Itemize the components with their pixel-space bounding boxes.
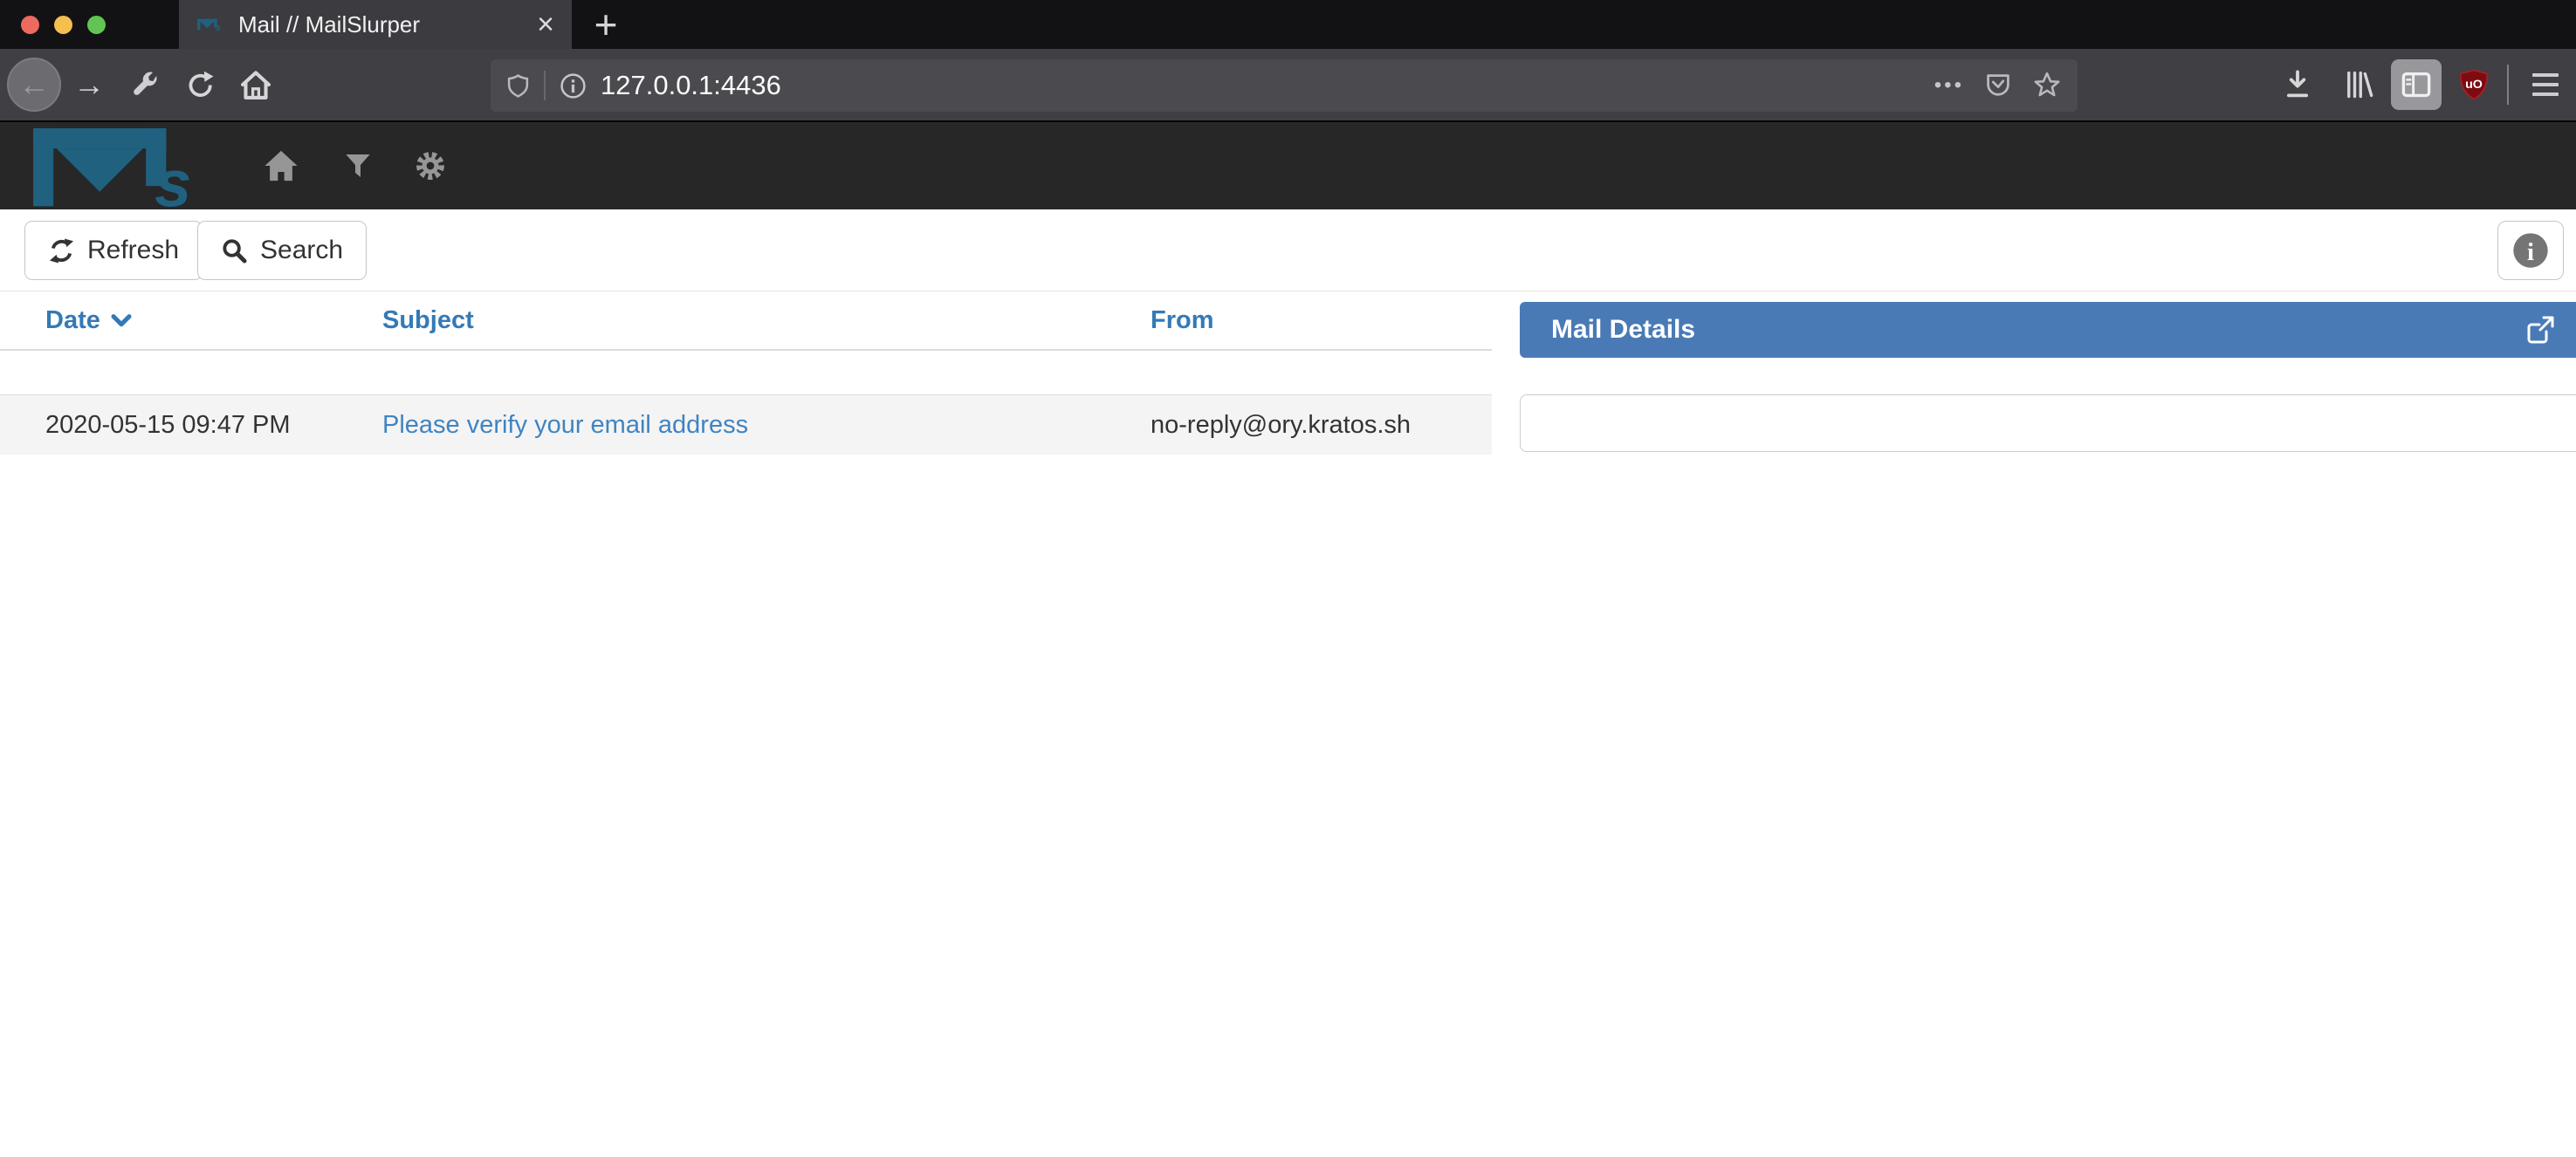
nav-home-button[interactable] [264,149,299,182]
menu-button[interactable] [2530,73,2561,96]
search-icon [221,237,248,264]
url-text[interactable]: 127.0.0.1:4436 [601,70,1934,101]
info-icon: i [2512,232,2549,269]
back-arrow-icon: ← [18,69,50,100]
site-info-icon[interactable] [560,72,587,99]
pocket-icon[interactable] [1985,72,2011,99]
url-bar[interactable]: 127.0.0.1:4436 ••• [491,59,2078,112]
home-button[interactable] [237,69,274,100]
empty-table-row [0,351,1492,394]
mail-details-body [1520,394,2576,452]
bookmark-star-icon[interactable] [2032,71,2062,100]
column-header-subject[interactable]: Subject [382,306,1151,335]
mail-row-date: 2020-05-15 09:47 PM [0,411,382,440]
home-icon [239,69,272,100]
search-button[interactable]: Search [197,221,367,280]
mail-list-table: Date Subject From 2020-05-15 09:47 PM Pl… [0,291,1492,455]
nav-filter-button[interactable] [345,153,371,179]
tab-title: Mail // MailSlurper [238,11,528,38]
library-button[interactable] [2341,70,2376,99]
ublock-origin-button[interactable]: uO [2456,68,2491,101]
favicon-s-glyph: s [216,23,221,33]
mail-details-header: Mail Details [1520,302,2576,358]
mailslurper-logo[interactable]: s [22,124,221,208]
info-button[interactable]: i [2497,221,2564,280]
column-header-date[interactable]: Date [0,306,382,335]
ublock-glyph: uO [2465,78,2483,92]
browser-tab[interactable]: s Mail // MailSlurper × [179,0,572,49]
minimize-window-button[interactable] [54,16,72,34]
tracking-protection-shield-icon[interactable] [506,72,530,99]
refresh-icon [48,237,75,264]
forward-button[interactable]: → [72,69,106,100]
maximize-window-button[interactable] [87,16,106,34]
refresh-label: Refresh [87,236,179,265]
wrench-icon [130,70,160,99]
nav-settings-button[interactable] [414,149,447,182]
filter-funnel-icon [345,153,371,179]
hamburger-icon [2532,73,2559,77]
info-glyph: i [2527,238,2534,266]
gear-icon [414,149,447,182]
window-controls[interactable] [21,16,106,34]
mail-row[interactable]: 2020-05-15 09:47 PM Please verify your e… [0,394,1492,455]
page-toolbar: Refresh Search i [0,209,2576,291]
urlbar-divider [544,71,546,100]
open-external-link-icon[interactable] [2525,315,2555,345]
main-content: Date Subject From 2020-05-15 09:47 PM Pl… [0,291,2576,1157]
downloads-button[interactable] [2280,69,2315,100]
nav-home-icon [264,149,299,182]
new-tab-button[interactable]: + [583,0,629,49]
date-header-label: Date [45,306,100,335]
close-window-button[interactable] [21,16,39,34]
mailslurper-navbar: s [0,122,2576,209]
search-label: Search [260,236,343,265]
sidebar-icon [2401,71,2432,99]
sidebar-toggle-button[interactable] [2391,59,2442,110]
mail-subject-link[interactable]: Please verify your email address [382,411,748,439]
download-icon [2282,69,2313,100]
page-actions-icon[interactable]: ••• [1934,73,1964,98]
mail-table-header-row: Date Subject From [0,291,1492,351]
library-icon [2343,70,2374,99]
mail-details-panel: Mail Details [1520,302,2576,452]
wrench-button[interactable] [127,70,162,99]
refresh-button[interactable]: Refresh [24,221,203,280]
toolbar-divider [2507,65,2509,105]
mail-row-from: no-reply@ory.kratos.sh [1151,411,1492,440]
browser-tab-bar: s Mail // MailSlurper × + [0,0,2576,49]
tab-favicon-mailslurper-icon: s [196,13,224,36]
browser-toolbar: ← → 127.0.0.1:4 [0,49,2576,122]
column-header-from[interactable]: From [1151,306,1492,335]
ublock-shield-icon: uO [2457,68,2490,101]
back-button[interactable]: ← [7,58,61,112]
tab-close-icon[interactable]: × [537,10,554,39]
logo-s-glyph: s [155,147,191,208]
reload-icon [184,70,214,99]
reload-button[interactable] [182,70,216,99]
sort-descending-chevron-icon [111,314,132,327]
forward-arrow-icon: → [73,69,105,100]
mail-details-title: Mail Details [1551,315,1695,345]
